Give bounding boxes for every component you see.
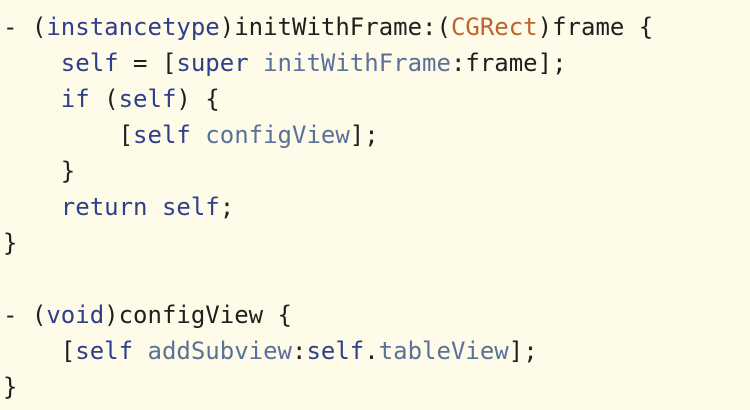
code-token: addSubview — [147, 337, 293, 365]
code-line-3[interactable]: if (self) { — [3, 81, 750, 117]
code-token: ; — [219, 193, 235, 221]
code-token: if — [60, 85, 90, 113]
code-line-1[interactable]: - (instancetype)initWithFrame:(CGRect)fr… — [3, 9, 750, 45]
code-token: self — [306, 337, 365, 365]
code-line-9[interactable]: - (void)configView { — [3, 297, 750, 333]
code-line-7[interactable]: } — [3, 225, 750, 261]
code-token: return — [60, 193, 148, 221]
code-token: )configView { — [104, 301, 292, 329]
code-token: self — [60, 49, 119, 77]
code-token: : — [292, 337, 307, 365]
code-token: - ( — [3, 301, 47, 329]
code-token: } — [3, 157, 76, 185]
code-token: self — [118, 85, 177, 113]
code-token: . — [364, 337, 379, 365]
code-token: CGRect — [450, 13, 538, 41]
code-token: initWithFrame — [263, 49, 451, 77]
code-token: :frame]; — [450, 49, 567, 77]
code-token: self — [75, 337, 134, 365]
code-token: = [ — [118, 49, 177, 77]
code-token: ]; — [508, 337, 538, 365]
code-line-5[interactable]: } — [3, 153, 750, 189]
code-token: [ — [3, 337, 76, 365]
code-token: configView — [205, 121, 350, 149]
code-token: - ( — [3, 13, 47, 41]
code-token: tableView — [378, 337, 509, 365]
code-token: ) { — [176, 85, 220, 113]
code-token: void — [46, 301, 105, 329]
code-editor[interactable]: - (instancetype)initWithFrame:(CGRect)fr… — [0, 0, 750, 410]
code-line-11[interactable]: } — [3, 369, 750, 405]
code-line-2[interactable]: self = [super initWithFrame:frame]; — [3, 45, 750, 81]
code-line-4[interactable]: [self configView]; — [3, 117, 750, 153]
code-line-10[interactable]: [self addSubview:self.tableView]; — [3, 333, 750, 369]
code-token: [ — [3, 121, 134, 149]
code-token: } — [3, 373, 18, 401]
code-token: )initWithFrame:( — [219, 13, 451, 41]
code-token: ( — [89, 85, 119, 113]
code-token: self — [161, 193, 220, 221]
code-token: ]; — [349, 121, 379, 149]
code-token: instancetype — [46, 13, 220, 41]
code-line-6[interactable]: return self; — [3, 189, 750, 225]
code-token: self — [133, 121, 191, 149]
code-token: } — [3, 229, 18, 257]
code-token: super — [176, 49, 249, 77]
code-line-8[interactable] — [3, 261, 750, 297]
code-token: )frame { — [537, 13, 654, 41]
